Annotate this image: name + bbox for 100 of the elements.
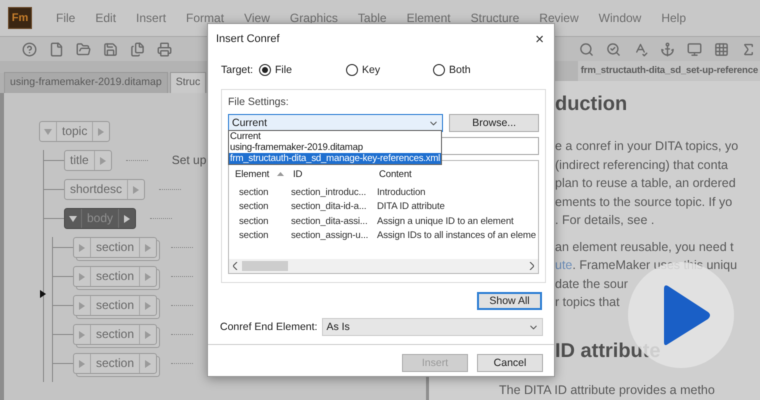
folder-icon[interactable] [76,42,91,56]
element-node[interactable]: shortdesc [64,179,146,200]
table-cell-text: Assign a unique ID to an element [376,216,515,227]
search-icon[interactable] [579,42,594,56]
table-cell-text: section [238,230,270,242]
dropdown-option[interactable]: Current [229,131,442,142]
field-label: Conref End Element: [220,321,318,333]
column-header[interactable]: Content [373,168,538,180]
menu-item[interactable]: Format [176,11,234,25]
paragraph-line: plan to reuse a table, an ordered [555,175,737,192]
menu-item[interactable]: Edit [85,11,126,25]
print-icon[interactable] [157,42,172,56]
scroll-right-icon[interactable] [529,262,534,270]
element-node[interactable]: title [64,150,112,171]
element-text: Set up [172,153,206,167]
arrow-icon [132,186,140,194]
arrow-icon [97,128,106,136]
menu-item[interactable]: Help [651,11,696,25]
link[interactable]: ute [555,258,572,272]
radio-button[interactable] [346,64,358,76]
paragraph-line: r topics that [555,294,621,311]
tab[interactable]: Struc [170,72,206,93]
show-all-button[interactable]: Show All [477,292,542,310]
sigma-icon[interactable] [741,42,756,56]
arrow-icon [98,156,107,164]
element-node[interactable]: section [73,353,158,374]
scroll-left-icon[interactable] [233,262,238,270]
paragraph-line: an element reusable, you need t [555,238,735,256]
collapse-icon [44,128,52,136]
tab[interactable]: using-framemaker-2019.ditamap [4,72,168,93]
table-cell-text: section [238,216,270,227]
table-cell-text: section_dita-assi... [290,216,368,227]
expand-icon [78,244,86,252]
menu-item[interactable]: File [46,11,86,25]
menu-item[interactable]: Review [529,11,589,25]
element-node[interactable]: topic [39,121,110,142]
browse-button[interactable]: Browse... [449,114,539,132]
dropdown-option[interactable]: using-framemaker-2019.ditamap [229,142,442,153]
arrow-icon [144,330,152,338]
menu-item[interactable]: Insert [126,11,176,25]
column-header[interactable]: Element [229,168,287,180]
monitor-icon[interactable] [687,42,702,56]
menu-item[interactable]: Structure [460,11,530,25]
dropdown-option[interactable]: frm_structauth-dita_sd_manage-key-references.xml [229,153,442,164]
save-icon[interactable] [103,42,118,56]
expand-icon [78,272,86,280]
menu-item[interactable]: Window [588,11,652,25]
scrollbar-thumb[interactable] [242,261,288,271]
paragraph-line: e a conref in your DITA topics, yo [555,138,740,155]
help-icon[interactable] [22,42,37,56]
arrow-icon [144,302,152,310]
arrow-icon [144,360,152,368]
document-tab[interactable]: frm_structauth-dita_sd_set-up-reference [578,61,760,81]
end-element-dropdown[interactable]: As Is [322,318,543,336]
paragraph-line: The DITA ID attribute provides a metho [499,382,716,396]
table-cell-text: section [238,201,270,212]
spell-check-icon[interactable] [633,42,648,56]
table-cell-text: section_dita-id-a... [290,201,368,212]
paragraph-line: (indirect referencing) that conta [555,156,730,174]
group-label: File Settings: [228,96,290,108]
collapse-icon [69,214,77,222]
paragraph-line: date the sour [555,276,629,292]
arrow-icon [123,214,132,222]
dialog-button[interactable]: Cancel [477,354,543,372]
element-node[interactable]: section [73,324,158,345]
menu-item[interactable]: Element [396,11,461,25]
menu-item[interactable]: Graphics [280,11,348,25]
radio-button[interactable] [433,64,445,76]
element-node[interactable]: section [73,237,158,258]
expand-icon [78,360,86,368]
search-icon[interactable] [606,42,621,56]
element-node[interactable]: section [73,266,158,287]
table-cell-text: Assign IDs to all instances of an eleme [376,230,537,242]
radio-label[interactable]: Both [449,64,471,76]
app-logo: Fm [8,7,32,29]
file-icon[interactable] [49,42,64,56]
arrow-icon [144,272,152,280]
radio-button[interactable] [259,64,271,76]
files-icon[interactable] [130,42,145,56]
element-node[interactable]: section [73,295,158,316]
radio-label[interactable]: File [275,64,292,76]
expand-icon [78,330,86,338]
grid-icon[interactable] [714,42,729,56]
table-cell-text: Introduction [376,186,426,198]
radio-label[interactable]: Key [362,64,380,76]
field-label: Target: [221,64,254,76]
menu-item[interactable]: Table [348,11,397,25]
column-header[interactable]: ID [287,168,373,180]
arrow-icon [144,244,152,252]
table-cell-text: section [238,186,270,198]
sort-icon [277,172,284,176]
anchor-icon[interactable] [660,42,675,56]
paragraph-line: . For details, see . [555,212,656,229]
table-cell-text: section_introduc... [290,186,368,198]
dialog-title: Insert Conref [216,33,280,45]
close-button[interactable]: × [531,30,548,48]
section-heading: duction [555,93,628,117]
menu-item[interactable]: View [234,11,280,25]
expand-icon [78,302,86,310]
paragraph-line: ements to the source topic. If yo [555,194,734,211]
